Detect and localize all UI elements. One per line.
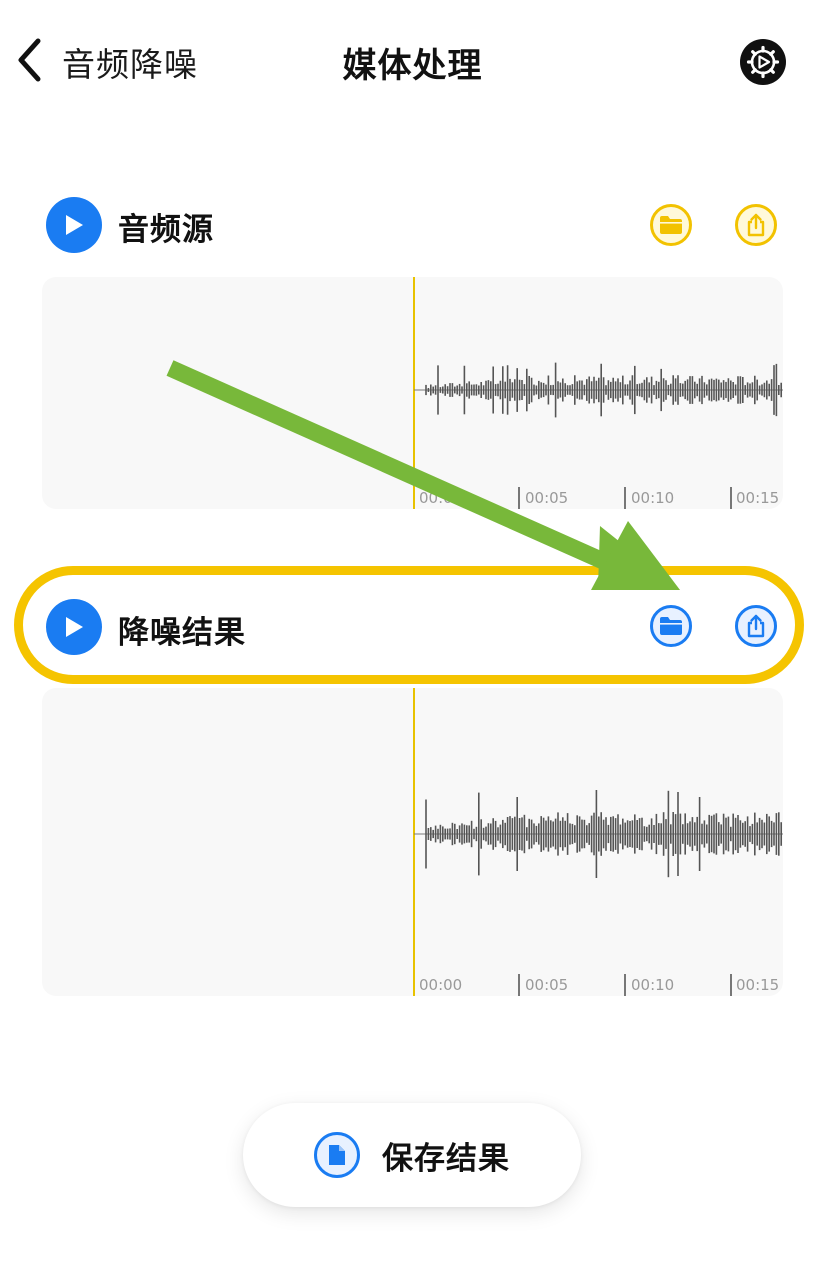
source-waveform [413,277,783,509]
result-share-button[interactable] [735,605,777,647]
settings-button[interactable] [740,39,786,85]
result-waveform-panel[interactable]: 00:00 00:05 00:10 00:15 [42,688,783,996]
tick-label: 00:00 [419,489,463,507]
source-waveform-panel[interactable]: 00:00 00:05 00:10 00:15 [42,277,783,509]
result-open-folder-button[interactable] [650,605,692,647]
result-waveform [413,688,783,996]
page-title: 媒体处理 [342,46,483,86]
tick-label: 00:10 [631,489,675,507]
tick-label: 00:10 [631,976,675,994]
share-icon [747,213,765,237]
save-result-label: 保存结果 [382,1140,510,1177]
tick-label: 00:15 [736,489,780,507]
folder-icon [660,216,682,234]
tick-label: 00:15 [736,976,780,994]
tick-label: 00:00 [419,976,463,994]
share-icon [747,614,765,638]
folder-icon [660,617,682,635]
result-play-button[interactable] [46,599,102,655]
gear-play-icon [746,45,780,79]
save-result-button[interactable]: 保存结果 [243,1103,581,1207]
source-label: 音频源 [118,212,214,248]
source-share-button[interactable] [735,204,777,246]
source-open-folder-button[interactable] [650,204,692,246]
result-label: 降噪结果 [118,615,246,651]
source-play-button[interactable] [46,197,102,253]
tick-label: 00:05 [525,976,569,994]
tick-label: 00:05 [525,489,569,507]
document-icon [314,1132,360,1178]
play-icon [66,215,83,235]
play-icon [66,617,83,637]
